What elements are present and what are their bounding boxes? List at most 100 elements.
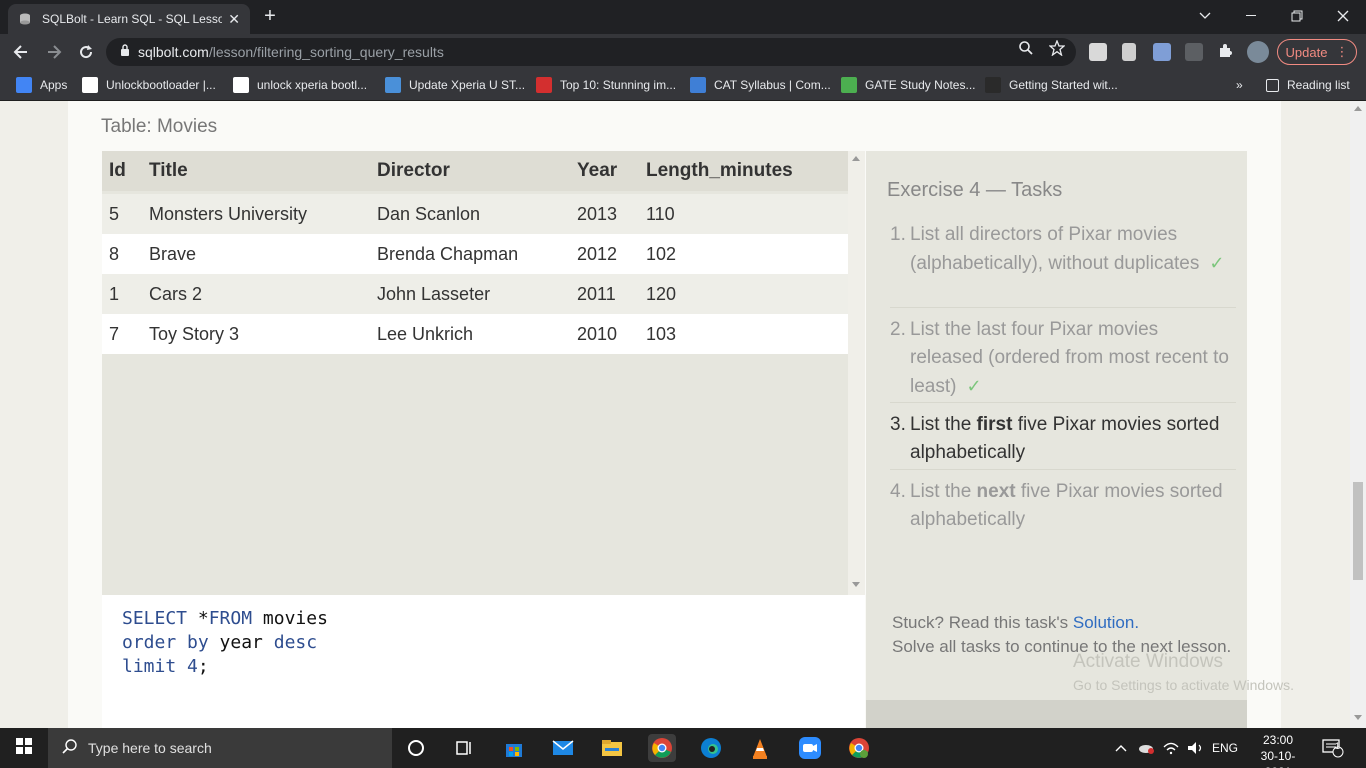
scroll-up-icon[interactable] bbox=[852, 156, 860, 161]
table-cell: 110 bbox=[646, 203, 675, 224]
update-button[interactable]: Update ⋮ bbox=[1277, 39, 1357, 65]
column-header[interactable]: Id bbox=[109, 160, 126, 182]
bookmark-star-icon[interactable] bbox=[1048, 39, 1066, 59]
restore-icon[interactable] bbox=[1274, 0, 1320, 32]
query-editor[interactable]: SELECT *FROM movies order by year desc lim… bbox=[102, 595, 865, 728]
task-view-icon[interactable] bbox=[450, 734, 478, 762]
table-scrollbar[interactable] bbox=[848, 151, 865, 595]
column-header[interactable]: Title bbox=[149, 160, 188, 182]
wifi-icon[interactable] bbox=[1163, 728, 1179, 768]
chart-extension-icon[interactable] bbox=[1185, 43, 1203, 61]
cortana-icon[interactable] bbox=[402, 734, 430, 762]
clock-date: 30-10-2021 bbox=[1260, 749, 1296, 768]
bookmark-item[interactable]: CAT Syllabus | Com... bbox=[690, 76, 831, 94]
bookmark-item[interactable]: Update Xperia U ST... bbox=[385, 76, 525, 94]
column-header[interactable]: Director bbox=[377, 160, 450, 182]
file-explorer-icon[interactable] bbox=[598, 734, 626, 762]
sql-token: year bbox=[208, 632, 274, 653]
column-header[interactable]: Year bbox=[577, 160, 617, 182]
page-scroll-down-icon[interactable] bbox=[1354, 715, 1362, 720]
lock-icon[interactable] bbox=[120, 43, 130, 61]
sql-keyword: 4 bbox=[187, 656, 198, 677]
reading-list-button[interactable]: Reading list bbox=[1266, 76, 1350, 94]
column-header[interactable]: Length_minutes bbox=[646, 160, 793, 182]
task-number: 2. bbox=[890, 319, 906, 340]
page-scrollbar[interactable] bbox=[1350, 101, 1366, 728]
browser-tab[interactable]: SQLBolt - Learn SQL - SQL Lesson ✕ bbox=[8, 4, 250, 34]
zoom-icon[interactable] bbox=[1018, 40, 1034, 59]
chrome-icon[interactable] bbox=[648, 734, 676, 762]
bookmarks-bar: Apps Unlockbootloader |... unlock xperia b… bbox=[0, 70, 1366, 101]
table-cell: 5 bbox=[109, 203, 120, 224]
notifications-icon[interactable]: 1 bbox=[1322, 728, 1344, 768]
code-line: limit 4; bbox=[122, 656, 209, 677]
task-divider bbox=[890, 307, 1236, 308]
start-button[interactable] bbox=[0, 728, 48, 768]
edge-icon[interactable] bbox=[697, 734, 725, 762]
sql-token: * bbox=[187, 608, 209, 629]
panel-footer bbox=[866, 700, 1247, 728]
table-cell: 7 bbox=[109, 323, 120, 344]
address-bar[interactable]: sqlbolt.com/lesson/filtering_sorting_que… bbox=[106, 38, 1076, 66]
task-text: List the last four Pixar movies released… bbox=[910, 316, 1236, 401]
bookmark-item[interactable]: Top 10: Stunning im... bbox=[536, 76, 676, 94]
sql-token: ; bbox=[197, 656, 209, 677]
tab-close-icon[interactable]: ✕ bbox=[228, 11, 240, 28]
table-cell: 2010 bbox=[577, 323, 618, 344]
task-number: 4. bbox=[890, 481, 906, 502]
table-cell: Cars 2 bbox=[149, 283, 203, 304]
volume-icon[interactable] bbox=[1187, 728, 1205, 768]
forward-icon[interactable] bbox=[41, 40, 67, 64]
task-text-part: List the bbox=[910, 414, 977, 435]
chrome-profile-icon[interactable] bbox=[845, 734, 873, 762]
windows-logo-icon bbox=[16, 737, 32, 759]
close-window-icon[interactable] bbox=[1320, 0, 1366, 32]
url-domain: sqlbolt.com bbox=[138, 44, 209, 60]
onedrive-icon[interactable] bbox=[1137, 728, 1155, 768]
tab-title: SQLBolt - Learn SQL - SQL Lesson bbox=[42, 12, 223, 26]
bookmark-label: Unlockbootloader |... bbox=[106, 78, 216, 92]
task-number: 3. bbox=[890, 414, 906, 435]
table-cell: John Lasseter bbox=[377, 283, 491, 304]
bookmark-item[interactable]: unlock xperia bootl... bbox=[233, 76, 367, 94]
zoom-app-icon[interactable] bbox=[796, 734, 824, 762]
task-text: List the next five Pixar movies sorted a… bbox=[910, 478, 1236, 534]
page-scroll-up-icon[interactable] bbox=[1354, 106, 1362, 111]
table-cell: 2013 bbox=[577, 203, 618, 224]
update-label: Update bbox=[1285, 44, 1328, 60]
back-icon[interactable] bbox=[8, 40, 34, 64]
page-scroll-thumb[interactable] bbox=[1353, 482, 1363, 580]
minimize-icon[interactable] bbox=[1228, 0, 1274, 32]
document-icon[interactable] bbox=[1122, 43, 1136, 61]
bookmark-item[interactable]: Unlockbootloader |... bbox=[82, 76, 216, 94]
browser-toolbar: sqlbolt.com/lesson/filtering_sorting_que… bbox=[0, 34, 1366, 70]
reload-icon[interactable] bbox=[73, 40, 99, 64]
solution-link[interactable]: Solution. bbox=[1073, 613, 1139, 632]
mail-icon[interactable] bbox=[549, 734, 577, 762]
profile-avatar[interactable] bbox=[1247, 41, 1269, 63]
taskbar-search[interactable]: Type here to search bbox=[48, 728, 392, 768]
bookmarks-more-icon[interactable]: » bbox=[1236, 76, 1243, 94]
camera-icon[interactable] bbox=[1153, 43, 1171, 61]
table-row: 1 Cars 2 John Lasseter 2011 120 bbox=[102, 274, 848, 314]
bookmark-item[interactable]: GATE Study Notes... bbox=[841, 76, 975, 94]
github-icon bbox=[233, 77, 249, 93]
table-cell: Lee Unkrich bbox=[377, 323, 474, 344]
table-row: 7 Toy Story 3 Lee Unkrich 2010 103 bbox=[102, 314, 848, 354]
puzzle-icon[interactable] bbox=[1217, 43, 1233, 62]
vlc-icon[interactable] bbox=[746, 734, 774, 762]
store-icon[interactable] bbox=[500, 734, 528, 762]
scroll-down-icon[interactable] bbox=[852, 582, 860, 587]
checkmark-icon: ✓ bbox=[966, 376, 982, 396]
blank-icon bbox=[985, 77, 1001, 93]
tab-search-icon[interactable] bbox=[1182, 0, 1228, 32]
bookmark-item[interactable]: Apps bbox=[16, 76, 67, 94]
clock[interactable]: 23:00 30-10-2021 bbox=[1248, 732, 1308, 768]
language-indicator[interactable]: ENG bbox=[1212, 728, 1238, 768]
tray-overflow-icon[interactable] bbox=[1115, 728, 1127, 768]
more-menu-icon[interactable]: ⋮ bbox=[1335, 44, 1348, 60]
extension-icon[interactable] bbox=[1089, 43, 1107, 61]
new-tab-button[interactable]: + bbox=[258, 5, 282, 29]
bookmark-item[interactable]: Getting Started wit... bbox=[985, 76, 1118, 94]
